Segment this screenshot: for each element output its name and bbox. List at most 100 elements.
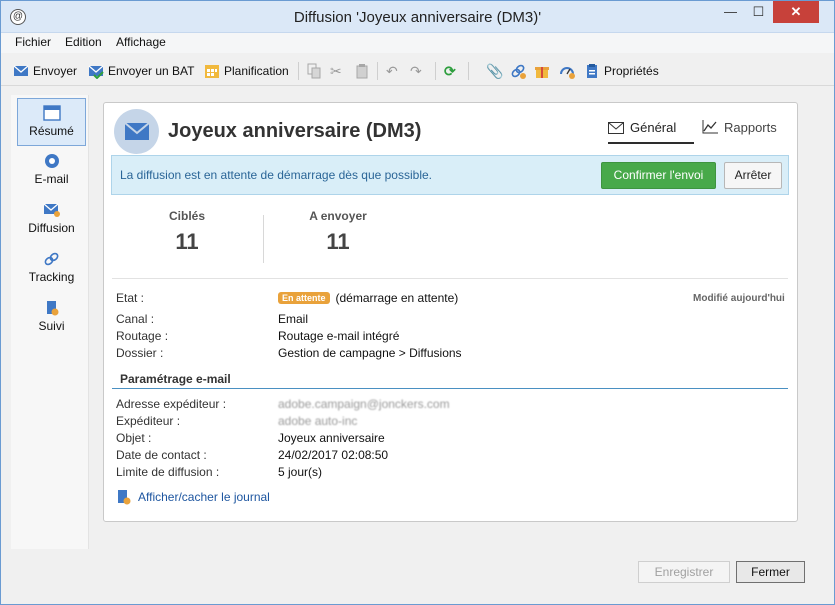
toolbar-separator <box>298 62 299 80</box>
field-label: Routage : <box>116 329 169 343</box>
delivery-icon <box>43 202 61 218</box>
maximize-button[interactable]: ☐ <box>745 1 772 23</box>
refresh-icon: ⟳ <box>444 63 456 79</box>
line-chart-icon <box>702 120 718 137</box>
stat-label: A envoyer <box>309 209 367 223</box>
links-button[interactable] <box>510 62 530 80</box>
refresh-button[interactable]: ⟳ <box>444 62 464 80</box>
channel-row: Canal : Email <box>104 312 794 328</box>
nav-label-tracking: Tracking <box>28 270 75 284</box>
offer-button[interactable] <box>534 62 554 80</box>
field-value: adobe.campaign@jonckers.com <box>278 397 450 411</box>
nav-label-suivi: Suivi <box>38 319 65 333</box>
envelope-outline-icon <box>608 122 624 137</box>
paperclip-icon: 📎 <box>486 63 504 79</box>
journal-icon <box>116 489 132 505</box>
status-row: Etat : En attente (démarrage en attente) <box>104 291 794 307</box>
field-value: Joyeux anniversaire <box>278 431 385 445</box>
nav-item-tracking[interactable]: Tracking <box>17 245 86 293</box>
properties-label: Propriétés <box>604 64 659 78</box>
send-label: Envoyer <box>33 64 78 78</box>
stat-value: 11 <box>175 229 199 254</box>
tracking-icon <box>43 251 61 267</box>
paste-button[interactable] <box>354 62 374 80</box>
status-alert: La diffusion est en attente de démarrage… <box>111 155 789 195</box>
redo-button[interactable]: ↷ <box>410 62 430 80</box>
subject-row: Objet : Joyeux anniversaire <box>104 431 794 447</box>
analysis-button[interactable] <box>559 62 579 80</box>
audit-icon <box>43 300 61 316</box>
schedule-label: Planification <box>224 64 289 78</box>
nav-item-email[interactable]: E-mail <box>17 147 86 195</box>
field-label: Etat : <box>116 291 145 305</box>
close-window-button[interactable]: ✕ <box>773 1 819 23</box>
menu-affichage[interactable]: Affichage <box>116 35 166 49</box>
toolbar-separator <box>377 62 378 80</box>
stat-divider <box>263 215 264 263</box>
gauge-icon <box>559 63 575 79</box>
send-button[interactable]: Envoyer <box>13 62 77 80</box>
tab-general[interactable]: Général <box>608 120 694 144</box>
field-label: Adresse expéditeur : <box>116 397 227 411</box>
nav-item-resume[interactable]: Résumé <box>17 98 86 146</box>
section-divider <box>112 388 788 389</box>
save-button[interactable]: Enregistrer <box>638 561 730 583</box>
scissors-icon: ✂ <box>330 63 342 79</box>
status-value: En attente (démarrage en attente) <box>278 291 458 305</box>
link-icon <box>510 63 526 79</box>
sender-row: Expéditeur : adobe auto-inc <box>104 414 794 430</box>
stat-value: 11 <box>326 229 350 254</box>
close-button[interactable]: Fermer <box>736 561 805 583</box>
confirm-send-button[interactable]: Confirmer l'envoi <box>601 162 716 189</box>
attachment-button[interactable]: 📎 <box>486 62 506 80</box>
minimize-button[interactable]: — <box>717 1 744 23</box>
gift-icon <box>534 63 550 79</box>
routing-row: Routage : Routage e-mail intégré <box>104 329 794 345</box>
summary-icon <box>42 105 61 121</box>
cut-button[interactable]: ✂ <box>330 62 350 80</box>
window-title: Diffusion 'Joyeux anniversaire (DM3)' <box>293 9 542 26</box>
field-label: Limite de diffusion : <box>116 465 220 479</box>
page-title: Joyeux anniversaire (DM3) <box>168 120 422 142</box>
send-proof-button[interactable]: Envoyer un BAT <box>88 62 194 80</box>
undo-button[interactable]: ↶ <box>386 62 406 80</box>
status-badge: En attente <box>278 292 330 304</box>
nav-label-resume: Résumé <box>29 124 74 138</box>
alert-text: La diffusion est en attente de démarrage… <box>120 168 432 182</box>
menu-fichier[interactable]: Fichier <box>15 35 51 49</box>
field-value: adobe auto-inc <box>278 414 358 428</box>
field-value: Gestion de campagne > Diffusions <box>278 346 462 360</box>
nav-item-suivi[interactable]: Suivi <box>17 294 86 342</box>
journal-link-label: Afficher/cacher le journal <box>138 490 270 504</box>
left-navigation: Résumé E-mail Diffusion Tracking Suivi <box>11 95 89 549</box>
tab-general-label: Général <box>630 120 677 135</box>
field-label: Canal : <box>116 312 155 326</box>
properties-clipboard-icon <box>584 63 600 79</box>
title-bar: @ Diffusion 'Joyeux anniversaire (DM3)' … <box>1 1 834 33</box>
envelope-check-icon <box>88 63 104 80</box>
field-value: Routage e-mail intégré <box>278 329 400 343</box>
clipboard-icon <box>354 63 370 79</box>
application-window: @ Diffusion 'Joyeux anniversaire (DM3)' … <box>0 0 835 605</box>
copy-button[interactable] <box>306 62 326 80</box>
toolbar: Envoyer Envoyer un BAT Planification ✂ ↶… <box>1 56 834 86</box>
menu-bar: Fichier Edition Affichage <box>1 33 834 53</box>
properties-button[interactable]: Propriétés <box>584 62 659 80</box>
menu-edition[interactable]: Edition <box>65 35 102 49</box>
modified-info: Modifié aujourd'hui <box>693 293 785 304</box>
copy-icon <box>306 63 322 79</box>
schedule-button[interactable]: Planification <box>204 62 289 80</box>
calendar-icon <box>204 63 220 79</box>
close-label: Fermer <box>751 565 790 579</box>
tab-reports-label: Rapports <box>724 120 777 135</box>
nav-item-diffusion[interactable]: Diffusion <box>17 196 86 244</box>
stop-button[interactable]: Arrêter <box>724 162 782 189</box>
field-label: Objet : <box>116 431 152 445</box>
save-label: Enregistrer <box>654 565 714 579</box>
delivery-avatar <box>114 109 159 154</box>
summary-panel: Joyeux anniversaire (DM3) Général Rappor… <box>103 102 798 522</box>
send-proof-label: Envoyer un BAT <box>108 64 195 78</box>
stat-targeted: Ciblés 11 <box>127 209 247 255</box>
tab-reports[interactable]: Rapports <box>702 120 788 144</box>
toggle-journal-link[interactable]: Afficher/cacher le journal <box>116 489 270 505</box>
